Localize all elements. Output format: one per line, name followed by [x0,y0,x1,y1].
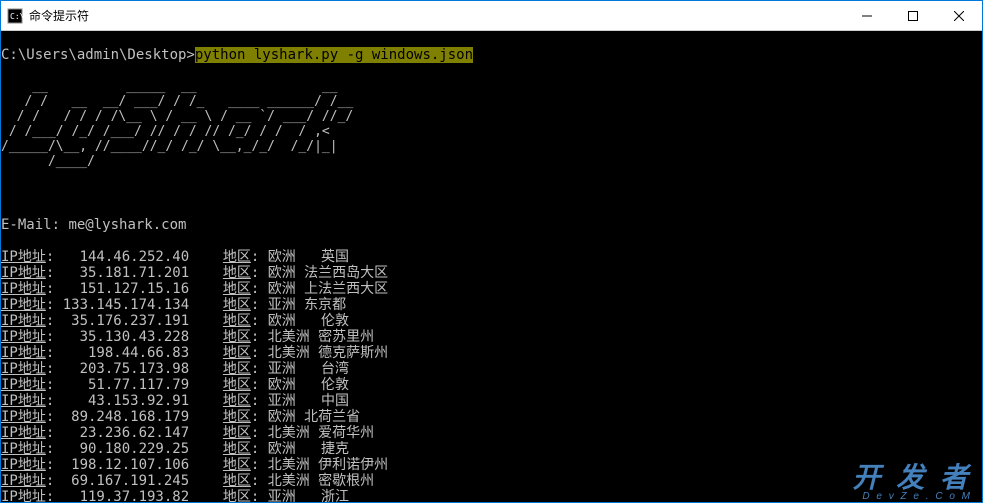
region-value: : 亚洲 台湾 [251,361,349,377]
region-value: : 欧洲 英国 [251,249,349,265]
email-label: E-Mail: [1,217,60,233]
ip-label: IP地址 [1,265,46,281]
maximize-button[interactable] [890,1,936,30]
ip-value: : 43.153.92.91 [46,393,223,409]
table-row: IP地址: 144.46.252.40 地区: 欧洲 英国 [1,249,982,265]
prompt-command: python lyshark.py -g windows.json [195,47,473,63]
ip-label: IP地址 [1,329,46,345]
svg-text:C:\: C:\ [10,12,23,21]
region-label: 地区 [223,249,251,265]
ip-label: IP地址 [1,361,46,377]
table-row: IP地址: 119.37.193.82 地区: 亚洲 浙江 [1,489,982,502]
ip-table: IP地址: 144.46.252.40 地区: 欧洲 英国IP地址: 35.18… [1,249,982,502]
table-row: IP地址: 35.130.43.228 地区: 北美洲 密苏里州 [1,329,982,345]
ip-value: : 51.77.117.79 [46,377,223,393]
ip-value: : 90.180.229.25 [46,441,223,457]
prompt-line: C:\Users\admin\Desktop>python lyshark.py… [1,47,982,63]
region-value: : 亚洲 中国 [251,393,349,409]
region-label: 地区 [223,345,251,361]
table-row: IP地址: 198.44.66.83 地区: 北美洲 德克萨斯州 [1,345,982,361]
table-row: IP地址: 35.181.71.201 地区: 欧洲 法兰西岛大区 [1,265,982,281]
ip-value: : 35.181.71.201 [46,265,223,281]
region-value: : 欧洲 上法兰西大区 [251,281,388,297]
table-row: IP地址: 151.127.15.16 地区: 欧洲 上法兰西大区 [1,281,982,297]
region-label: 地区 [223,393,251,409]
region-value: : 北美洲 爱荷华州 [251,425,374,441]
ip-label: IP地址 [1,473,46,489]
region-label: 地区 [223,281,251,297]
region-value: : 亚洲 浙江 [251,489,349,502]
region-value: : 北美洲 密歇根州 [251,473,374,489]
table-row: IP地址: 203.75.173.98 地区: 亚洲 台湾 [1,361,982,377]
region-label: 地区 [223,313,251,329]
ascii-logo: __ _____ __ __ / / __ __/ ___/ / /_ ____… [1,79,982,169]
ip-label: IP地址 [1,249,46,265]
ip-value: : 119.37.193.82 [46,489,223,502]
region-label: 地区 [223,425,251,441]
ip-value: : 35.130.43.228 [46,329,223,345]
region-value: : 欧洲 伦敦 [251,313,349,329]
email-value: me@lyshark.com [68,217,186,233]
table-row: IP地址: 90.180.229.25 地区: 欧洲 捷克 [1,441,982,457]
region-value: : 北美洲 德克萨斯州 [251,345,388,361]
app-icon: C:\ [7,8,23,24]
region-value: : 欧洲 法兰西岛大区 [251,265,388,281]
ip-value: : 198.12.107.106 [46,457,223,473]
region-label: 地区 [223,377,251,393]
region-label: 地区 [223,441,251,457]
table-row: IP地址: 51.77.117.79 地区: 欧洲 伦敦 [1,377,982,393]
table-row: IP地址: 133.145.174.134 地区: 亚洲 东京都 [1,297,982,313]
ip-value: : 151.127.15.16 [46,281,223,297]
window-controls [844,1,982,30]
minimize-button[interactable] [844,1,890,30]
ip-value: : 133.145.174.134 [46,297,223,313]
region-label: 地区 [223,489,251,502]
region-label: 地区 [223,329,251,345]
ip-label: IP地址 [1,297,46,313]
region-value: : 北美洲 密苏里州 [251,329,374,345]
terminal-output[interactable]: C:\Users\admin\Desktop>python lyshark.py… [1,31,982,502]
ip-label: IP地址 [1,425,46,441]
region-value: : 欧洲 北荷兰省 [251,409,360,425]
ip-label: IP地址 [1,393,46,409]
region-label: 地区 [223,265,251,281]
region-value: : 欧洲 伦敦 [251,377,349,393]
ip-label: IP地址 [1,457,46,473]
window-title: 命令提示符 [29,7,844,24]
region-label: 地区 [223,473,251,489]
region-label: 地区 [223,361,251,377]
ip-value: : 89.248.168.179 [46,409,223,425]
table-row: IP地址: 43.153.92.91 地区: 亚洲 中国 [1,393,982,409]
table-row: IP地址: 69.167.191.245 地区: 北美洲 密歇根州 [1,473,982,489]
region-label: 地区 [223,297,251,313]
ip-label: IP地址 [1,345,46,361]
ip-value: : 198.44.66.83 [46,345,223,361]
prompt-path: C:\Users\admin\Desktop> [1,47,195,63]
ip-label: IP地址 [1,313,46,329]
ip-value: : 203.75.173.98 [46,361,223,377]
ip-value: : 23.236.62.147 [46,425,223,441]
table-row: IP地址: 35.176.237.191 地区: 欧洲 伦敦 [1,313,982,329]
table-row: IP地址: 23.236.62.147 地区: 北美洲 爱荷华州 [1,425,982,441]
ip-label: IP地址 [1,281,46,297]
region-value: : 欧洲 捷克 [251,441,349,457]
titlebar: C:\ 命令提示符 [1,1,982,31]
ip-label: IP地址 [1,377,46,393]
ip-value: : 35.176.237.191 [46,313,223,329]
region-label: 地区 [223,457,251,473]
ip-label: IP地址 [1,409,46,425]
region-value: : 亚洲 东京都 [251,297,346,313]
close-button[interactable] [936,1,982,30]
region-value: : 北美洲 伊利诺伊州 [251,457,388,473]
table-row: IP地址: 198.12.107.106 地区: 北美洲 伊利诺伊州 [1,457,982,473]
ip-value: : 144.46.252.40 [46,249,223,265]
blank-line [1,185,982,201]
table-row: IP地址: 89.248.168.179 地区: 欧洲 北荷兰省 [1,409,982,425]
email-line: E-Mail: me@lyshark.com [1,217,982,233]
ip-value: : 69.167.191.245 [46,473,223,489]
ip-label: IP地址 [1,489,46,502]
region-label: 地区 [223,409,251,425]
ip-label: IP地址 [1,441,46,457]
